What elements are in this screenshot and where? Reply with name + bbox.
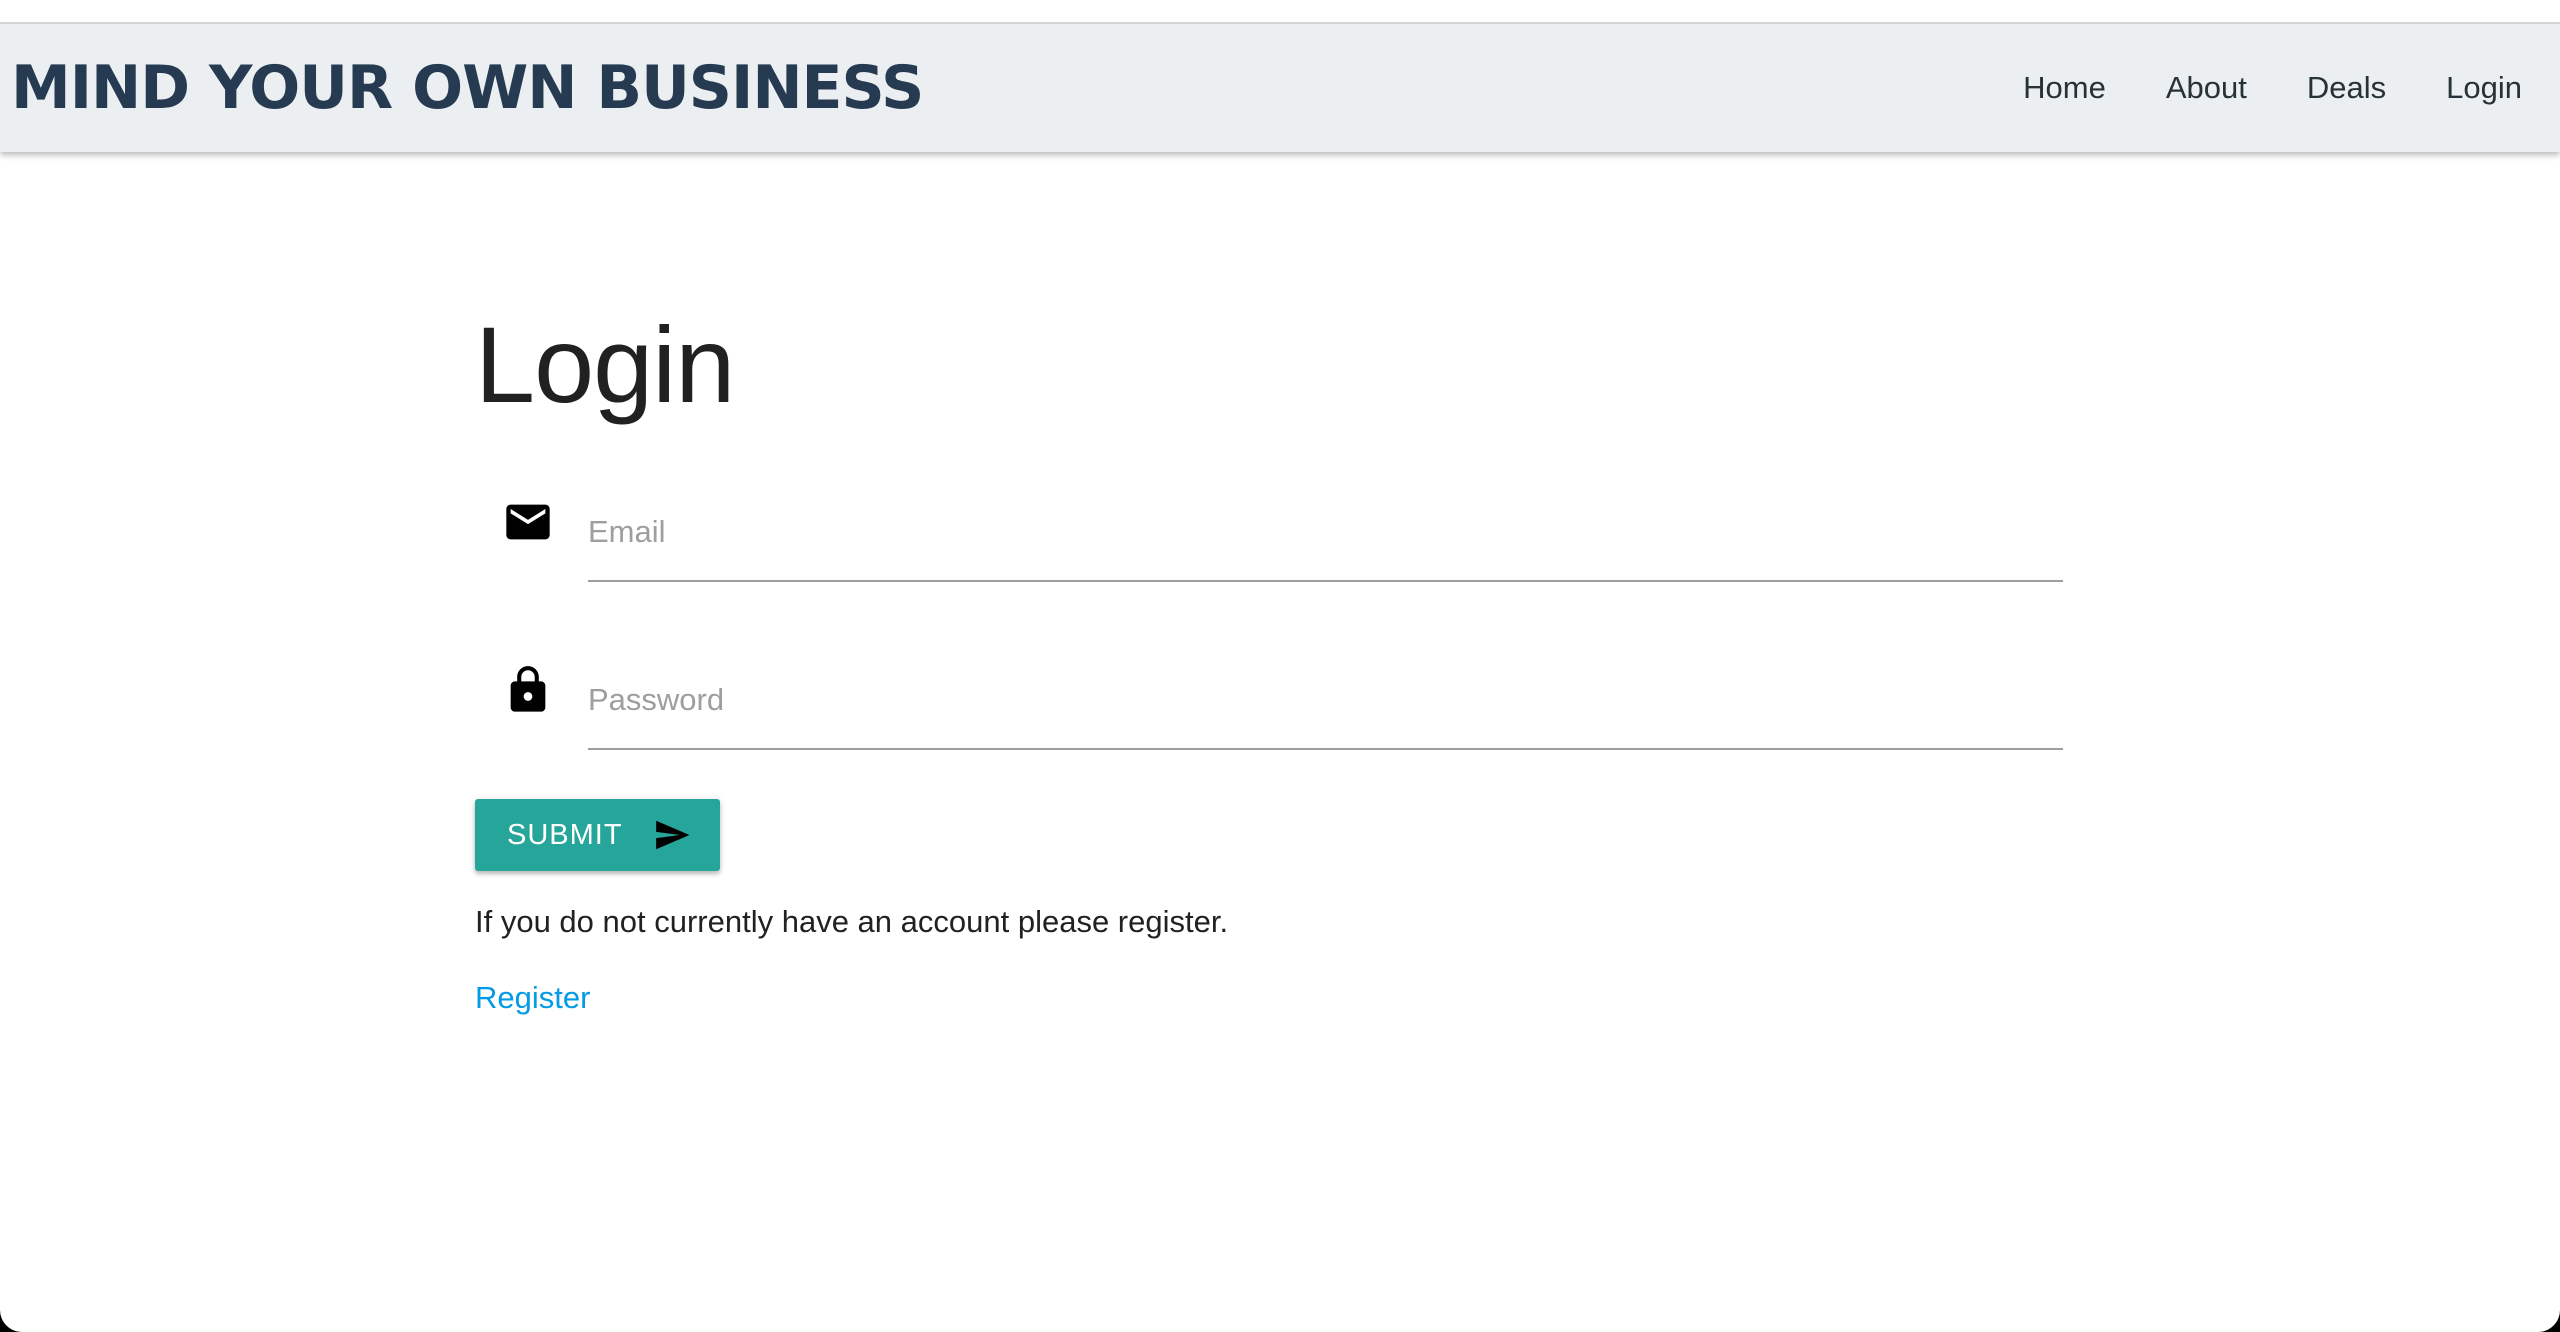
nav-link-home[interactable]: Home [2023, 70, 2106, 106]
browser-viewport: MIND YOUR OWN BUSINESS Home About Deals … [0, 0, 2560, 1332]
mail-icon [506, 504, 550, 540]
password-input[interactable] [588, 660, 2063, 750]
nav-link-login[interactable]: Login [2446, 70, 2522, 106]
register-note: If you do not currently have an account … [475, 904, 1229, 939]
nav-link-about[interactable]: About [2166, 70, 2247, 106]
email-input[interactable] [588, 492, 2063, 582]
top-strip [0, 0, 2560, 24]
nav-links: Home About Deals Login [1963, 24, 2522, 152]
send-icon [655, 820, 689, 850]
submit-button[interactable]: SUBMIT [475, 799, 720, 871]
nav-link-deals[interactable]: Deals [2307, 70, 2386, 106]
email-field-row [475, 492, 2063, 582]
register-link[interactable]: Register [475, 978, 590, 1018]
page-title: Login [475, 304, 735, 425]
password-field-row [475, 660, 2063, 750]
brand-logo[interactable]: MIND YOUR OWN BUSINESS [11, 48, 924, 128]
navbar: MIND YOUR OWN BUSINESS Home About Deals … [0, 24, 2560, 152]
lock-icon [510, 666, 546, 712]
submit-button-label: SUBMIT [507, 818, 623, 851]
